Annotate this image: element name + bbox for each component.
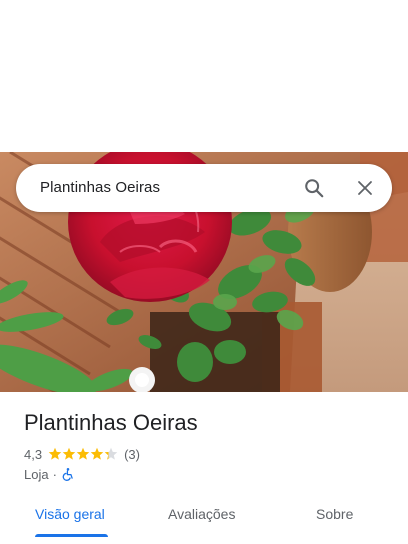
rating-stars <box>48 447 118 461</box>
search-input[interactable]: Plantinhas Oeiras <box>40 179 160 196</box>
meta-row: Loja · <box>24 465 75 483</box>
star-5 <box>104 447 118 460</box>
tab-bar: Visão geral Avaliações Sobre <box>0 495 408 544</box>
star-4 <box>90 447 104 460</box>
star-3 <box>76 447 90 460</box>
active-tab-indicator <box>35 534 108 537</box>
close-icon <box>358 181 372 195</box>
separator-dot: · <box>52 466 57 482</box>
close-button[interactable] <box>352 175 378 201</box>
search-bar[interactable]: Plantinhas Oeiras <box>16 164 392 212</box>
stars-icon <box>48 447 118 460</box>
rating-value: 4,3 <box>24 446 43 462</box>
tab-visao-geral[interactable]: Visão geral <box>35 506 105 522</box>
place-panel: Plantinhas Oeiras Plantinhas Oeiras 4,3 … <box>0 0 408 544</box>
rating-row[interactable]: 4,3 (3) <box>24 445 140 463</box>
place-category: Loja <box>24 466 49 482</box>
place-details: Plantinhas Oeiras 4,3 (3) Loja · Visão g… <box>0 392 408 544</box>
wheelchair-icon <box>61 467 75 481</box>
tab-sobre[interactable]: Sobre <box>316 506 353 522</box>
tab-avaliacoes[interactable]: Avaliações <box>168 506 235 522</box>
reviews-count[interactable]: (3) <box>124 447 140 462</box>
star-1 <box>48 447 62 460</box>
place-title: Plantinhas Oeiras <box>24 410 198 435</box>
star-2 <box>62 447 76 460</box>
search-button[interactable] <box>301 175 327 201</box>
search-icon <box>305 179 324 198</box>
